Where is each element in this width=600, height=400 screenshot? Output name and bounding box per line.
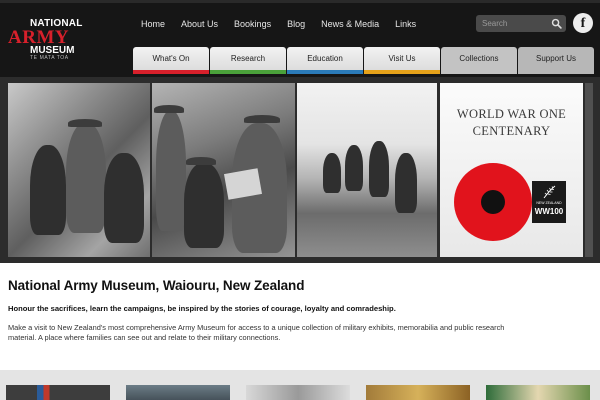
soldier-figure [395, 153, 417, 213]
search-input[interactable] [476, 15, 548, 32]
soldier-figure [156, 111, 186, 231]
search-box [476, 15, 566, 32]
tab-visit-us[interactable]: Visit Us [364, 47, 440, 74]
helmet-shape [186, 157, 216, 165]
tab-research[interactable]: Research [210, 47, 286, 74]
badge-ww100: WW100 [534, 207, 564, 216]
centenary-title-line2: CENTENARY [472, 124, 551, 138]
site-header: NATIONAL ARMY MUSEUM TE MATA TOA Home Ab… [0, 0, 600, 77]
logo-tagline: TE MATA TOA [30, 55, 69, 61]
soldier-figure [345, 145, 363, 191]
soldier-figure [323, 153, 341, 193]
feature-thumbnail[interactable] [6, 385, 110, 400]
tab-label: Visit Us [388, 54, 416, 63]
soldier-figure [66, 123, 106, 233]
tab-accent-bar [287, 70, 363, 74]
ww1-centenary-panel[interactable]: WORLD WAR ONE CENTENARY NEW ZEALAND WW10… [440, 83, 583, 257]
feature-thumbnails [0, 370, 600, 400]
nav-home[interactable]: Home [141, 16, 165, 32]
tab-label: Support Us [535, 54, 577, 63]
ww100-badge: NEW ZEALAND WW100 [532, 181, 566, 223]
nav-blog[interactable]: Blog [287, 16, 305, 32]
nav-news-media[interactable]: News & Media [321, 16, 379, 32]
hero-banner: WORLD WAR ONE CENTENARY NEW ZEALAND WW10… [0, 77, 600, 263]
poppy-icon [454, 163, 532, 241]
main-nav: What's On Research Education Visit Us Co… [133, 47, 595, 74]
nav-links[interactable]: Links [395, 16, 416, 32]
centenary-title-line1: WORLD WAR ONE [456, 107, 567, 121]
feature-thumbnail[interactable] [126, 385, 230, 400]
museum-logo[interactable]: NATIONAL ARMY MUSEUM TE MATA TOA [8, 18, 96, 61]
nav-about-us[interactable]: About Us [181, 16, 218, 32]
hero-photo-soldiers-trench[interactable] [8, 83, 150, 257]
soldier-figure [104, 153, 144, 243]
tab-accent-bar [364, 70, 440, 74]
tab-accent-bar [210, 70, 286, 74]
hero-next-strip[interactable] [585, 83, 593, 257]
badge-country: NEW ZEALAND [536, 201, 562, 205]
helmet-shape [244, 115, 280, 123]
tab-label: What's On [152, 54, 190, 63]
fern-icon [543, 185, 556, 199]
hero-photo-soldiers-ridge[interactable] [297, 83, 437, 257]
feature-thumbnail[interactable] [486, 385, 590, 400]
soldier-figure [369, 141, 389, 197]
helmet-shape [154, 105, 184, 113]
tab-whats-on[interactable]: What's On [133, 47, 209, 74]
search-icon[interactable] [551, 18, 562, 29]
intro-subtitle: Honour the sacrifices, learn the campaig… [8, 304, 396, 313]
soldier-figure [30, 145, 66, 235]
page-title: National Army Museum, Waiouru, New Zeala… [8, 278, 305, 293]
intro-section: National Army Museum, Waiouru, New Zeala… [8, 278, 592, 342]
poppy-center [481, 190, 505, 214]
intro-description: Make a visit to New Zealand's most compr… [8, 323, 505, 342]
nav-bookings[interactable]: Bookings [234, 16, 271, 32]
tab-support-us[interactable]: Support Us [518, 47, 594, 74]
tab-label: Collections [459, 54, 499, 63]
facebook-icon[interactable]: f [573, 13, 593, 33]
feature-thumbnail[interactable] [246, 385, 350, 400]
top-nav: Home About Us Bookings Blog News & Media… [133, 16, 424, 32]
feature-thumbnail[interactable] [366, 385, 470, 400]
tab-accent-bar [133, 70, 209, 74]
soldier-figure [184, 163, 224, 248]
tab-label: Research [230, 54, 266, 63]
tab-collections[interactable]: Collections [441, 47, 517, 74]
tab-education[interactable]: Education [287, 47, 363, 74]
helmet-shape [68, 119, 102, 127]
tab-label: Education [307, 54, 343, 63]
hero-photo-soldiers-reading[interactable] [152, 83, 295, 257]
